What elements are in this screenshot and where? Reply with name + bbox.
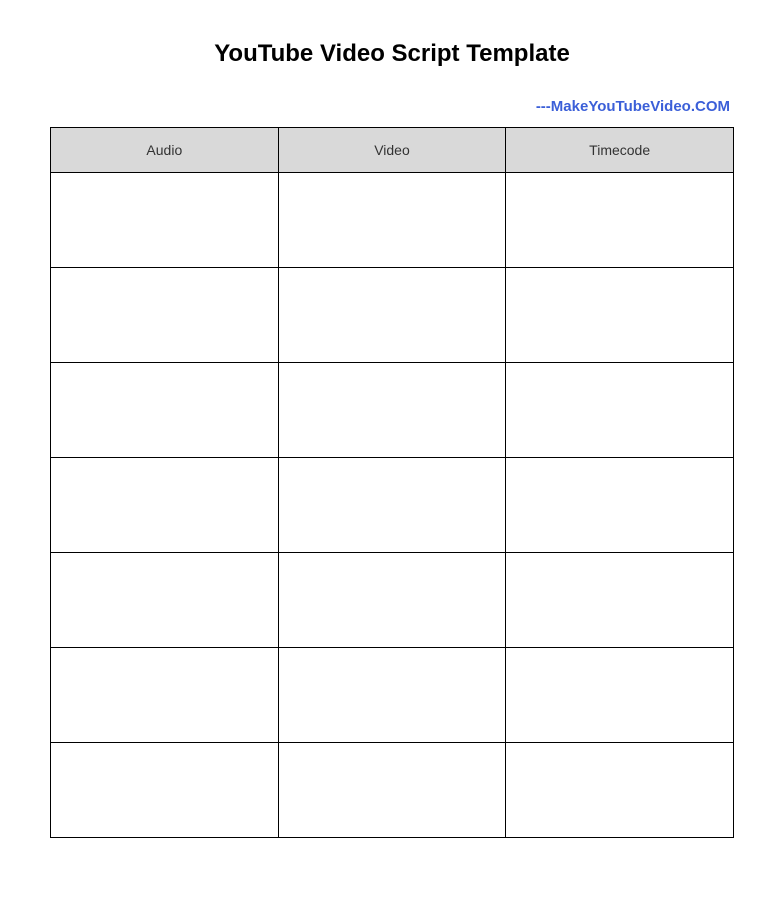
cell-timecode [506, 363, 734, 458]
cell-audio [51, 363, 279, 458]
cell-audio [51, 743, 279, 838]
cell-timecode [506, 553, 734, 648]
column-header-audio: Audio [51, 128, 279, 173]
table-row [51, 743, 734, 838]
table-row [51, 363, 734, 458]
attribution-link[interactable]: ---MakeYouTubeVideo.COM [50, 98, 734, 115]
cell-video [278, 553, 506, 648]
table-row [51, 268, 734, 363]
cell-video [278, 458, 506, 553]
cell-video [278, 363, 506, 458]
cell-timecode [506, 173, 734, 268]
cell-video [278, 743, 506, 838]
cell-audio [51, 268, 279, 363]
column-header-video: Video [278, 128, 506, 173]
cell-video [278, 648, 506, 743]
script-table: Audio Video Timecode [50, 127, 734, 838]
cell-video [278, 268, 506, 363]
cell-video [278, 173, 506, 268]
cell-audio [51, 173, 279, 268]
page-title: YouTube Video Script Template [50, 40, 734, 68]
cell-audio [51, 458, 279, 553]
cell-timecode [506, 648, 734, 743]
table-row [51, 458, 734, 553]
cell-timecode [506, 268, 734, 363]
column-header-timecode: Timecode [506, 128, 734, 173]
cell-timecode [506, 458, 734, 553]
cell-audio [51, 553, 279, 648]
table-row [51, 553, 734, 648]
cell-timecode [506, 743, 734, 838]
cell-audio [51, 648, 279, 743]
table-row [51, 648, 734, 743]
table-row [51, 173, 734, 268]
